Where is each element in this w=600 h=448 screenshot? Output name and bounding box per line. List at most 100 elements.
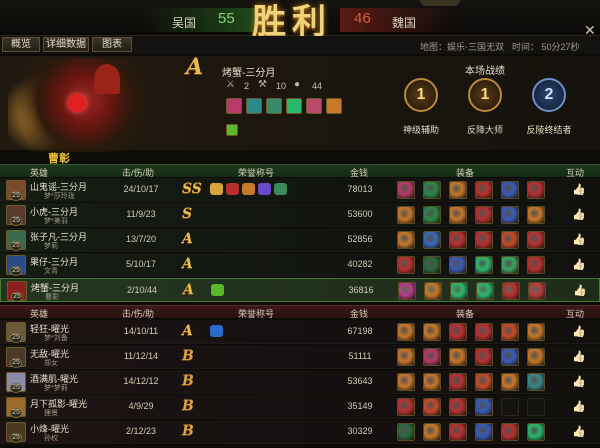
equipment-slot[interactable] — [397, 231, 415, 249]
equipment-slot[interactable] — [501, 231, 519, 249]
equipment-slot[interactable] — [501, 323, 519, 341]
equipment-slot[interactable] — [475, 323, 493, 341]
equipment-slot[interactable] — [449, 231, 467, 249]
table-row[interactable]: 25 酒满肌-曜光 梦*梦莉 14/12/12 B 53643 👍 — [0, 370, 600, 394]
hero-item-slot[interactable] — [326, 98, 342, 114]
equipment-slot[interactable] — [475, 373, 493, 391]
equipment-slot[interactable] — [397, 206, 415, 224]
table-row[interactable]: 25 小虎-三分月 梦*美羽 11/9/23 S 53600 👍 — [0, 203, 600, 227]
equipment-slot[interactable] — [527, 323, 545, 341]
equipment-slot[interactable] — [475, 231, 493, 249]
equipment-slot[interactable] — [527, 373, 545, 391]
equipment-slot[interactable] — [423, 206, 441, 224]
equipment-slot[interactable] — [527, 181, 545, 199]
equipment-slot[interactable] — [397, 181, 415, 199]
equipment-slot[interactable] — [475, 398, 493, 416]
like-hand-icon[interactable]: 👍 — [572, 425, 586, 439]
hero-item-slot[interactable] — [226, 98, 242, 114]
medal-icon-finisher[interactable]: 2 — [532, 78, 566, 112]
equipment-slot[interactable] — [423, 231, 441, 249]
equipment-slot[interactable] — [449, 348, 467, 366]
equipment-slot[interactable] — [501, 373, 519, 391]
like-hand-icon[interactable]: 👍 — [572, 400, 586, 414]
equipment-slot[interactable] — [502, 282, 520, 300]
like-hand-icon[interactable]: 👍 — [572, 325, 586, 339]
honor-title-icon[interactable] — [258, 183, 271, 195]
equipment-slot[interactable] — [475, 423, 493, 441]
table-row[interactable]: 25 烤蟹-三分月 曹彰 2/10/44 A 36816 👍 — [0, 278, 600, 302]
equipment-slot[interactable] — [423, 423, 441, 441]
table-row[interactable]: 25 山鬼谣-三分月 梦*莎玲珑 24/10/17 SS 78013 👍 — [0, 178, 600, 202]
like-hand-icon[interactable]: 👍 — [573, 284, 587, 298]
equipment-slot[interactable] — [449, 206, 467, 224]
equipment-slot[interactable] — [476, 282, 494, 300]
equipment-slot[interactable] — [501, 256, 519, 274]
equipment-slot[interactable] — [527, 398, 545, 416]
equipment-slot[interactable] — [423, 373, 441, 391]
equipment-slot[interactable] — [501, 181, 519, 199]
table-row[interactable]: 25 轻狂-曜光 梦*刘备 14/10/11 A 67198 👍 — [0, 320, 600, 344]
equipment-slot[interactable] — [475, 206, 493, 224]
like-hand-icon[interactable]: 👍 — [572, 233, 586, 247]
like-hand-icon[interactable]: 👍 — [572, 258, 586, 272]
hero-item-slot[interactable] — [286, 98, 302, 114]
table-row[interactable]: 25 无敌-曜光 郑女 11/12/14 B 51111 👍 — [0, 345, 600, 369]
equipment-slot[interactable] — [501, 206, 519, 224]
hero-item-slot[interactable] — [246, 98, 262, 114]
equipment-slot[interactable] — [397, 398, 415, 416]
medal-icon-support[interactable]: 1 — [404, 78, 438, 112]
equipment-slot[interactable] — [528, 282, 546, 300]
medal-icon-comeback[interactable]: 1 — [468, 78, 502, 112]
table-row[interactable]: 25 月下孤影-曜光 狸景 4/9/29 B 35149 👍 — [0, 395, 600, 419]
equipment-slot[interactable] — [449, 181, 467, 199]
table-row[interactable]: 25 张子凡-三分月 梦莉 13/7/20 A 52856 👍 — [0, 228, 600, 252]
equipment-slot[interactable] — [527, 206, 545, 224]
equipment-slot[interactable] — [449, 373, 467, 391]
equipment-slot[interactable] — [449, 423, 467, 441]
hero-item-slot[interactable] — [306, 98, 322, 114]
like-hand-icon[interactable]: 👍 — [572, 375, 586, 389]
like-hand-icon[interactable]: 👍 — [572, 183, 586, 197]
equipment-slot[interactable] — [423, 256, 441, 274]
equipment-slot[interactable] — [449, 256, 467, 274]
equipment-slot[interactable] — [501, 423, 519, 441]
tab-overview[interactable]: 概览 — [2, 37, 40, 52]
equipment-slot[interactable] — [397, 373, 415, 391]
equipment-slot[interactable] — [423, 348, 441, 366]
equipment-slot[interactable] — [397, 323, 415, 341]
equipment-slot[interactable] — [449, 323, 467, 341]
table-row[interactable]: 25 小烽-曜光 孙权 2/12/23 B 30329 👍 — [0, 420, 600, 444]
honor-title-icon[interactable] — [242, 183, 255, 195]
equipment-slot[interactable] — [527, 348, 545, 366]
like-hand-icon[interactable]: 👍 — [572, 208, 586, 222]
equipment-slot[interactable] — [450, 282, 468, 300]
hero-item-slot[interactable] — [266, 98, 282, 114]
equipment-slot[interactable] — [527, 231, 545, 249]
equipment-slot[interactable] — [527, 423, 545, 441]
equipment-slot[interactable] — [424, 282, 442, 300]
like-hand-icon[interactable]: 👍 — [572, 350, 586, 364]
table-row[interactable]: 25 果仔-三分月 文青 5/10/17 A 40282 👍 — [0, 253, 600, 277]
equipment-slot[interactable] — [397, 348, 415, 366]
honor-title-icon[interactable] — [211, 284, 224, 296]
equipment-slot[interactable] — [449, 398, 467, 416]
tab-detailed-data[interactable]: 详细数据 — [43, 37, 89, 52]
equipment-slot[interactable] — [501, 398, 519, 416]
honor-title-icon[interactable] — [226, 183, 239, 195]
honor-title-icon[interactable] — [274, 183, 287, 195]
equipment-slot[interactable] — [398, 282, 416, 300]
equipment-slot[interactable] — [501, 348, 519, 366]
equipment-slot[interactable] — [423, 398, 441, 416]
equipment-slot[interactable] — [423, 181, 441, 199]
equipment-slot[interactable] — [475, 256, 493, 274]
grade-badge: B — [182, 398, 194, 414]
equipment-slot[interactable] — [475, 181, 493, 199]
equipment-slot[interactable] — [397, 423, 415, 441]
tab-charts[interactable]: 图表 — [92, 37, 132, 52]
equipment-slot[interactable] — [397, 256, 415, 274]
equipment-slot[interactable] — [475, 348, 493, 366]
equipment-slot[interactable] — [527, 256, 545, 274]
honor-title-icon[interactable] — [210, 325, 223, 337]
equipment-slot[interactable] — [423, 323, 441, 341]
honor-title-icon[interactable] — [210, 183, 223, 195]
